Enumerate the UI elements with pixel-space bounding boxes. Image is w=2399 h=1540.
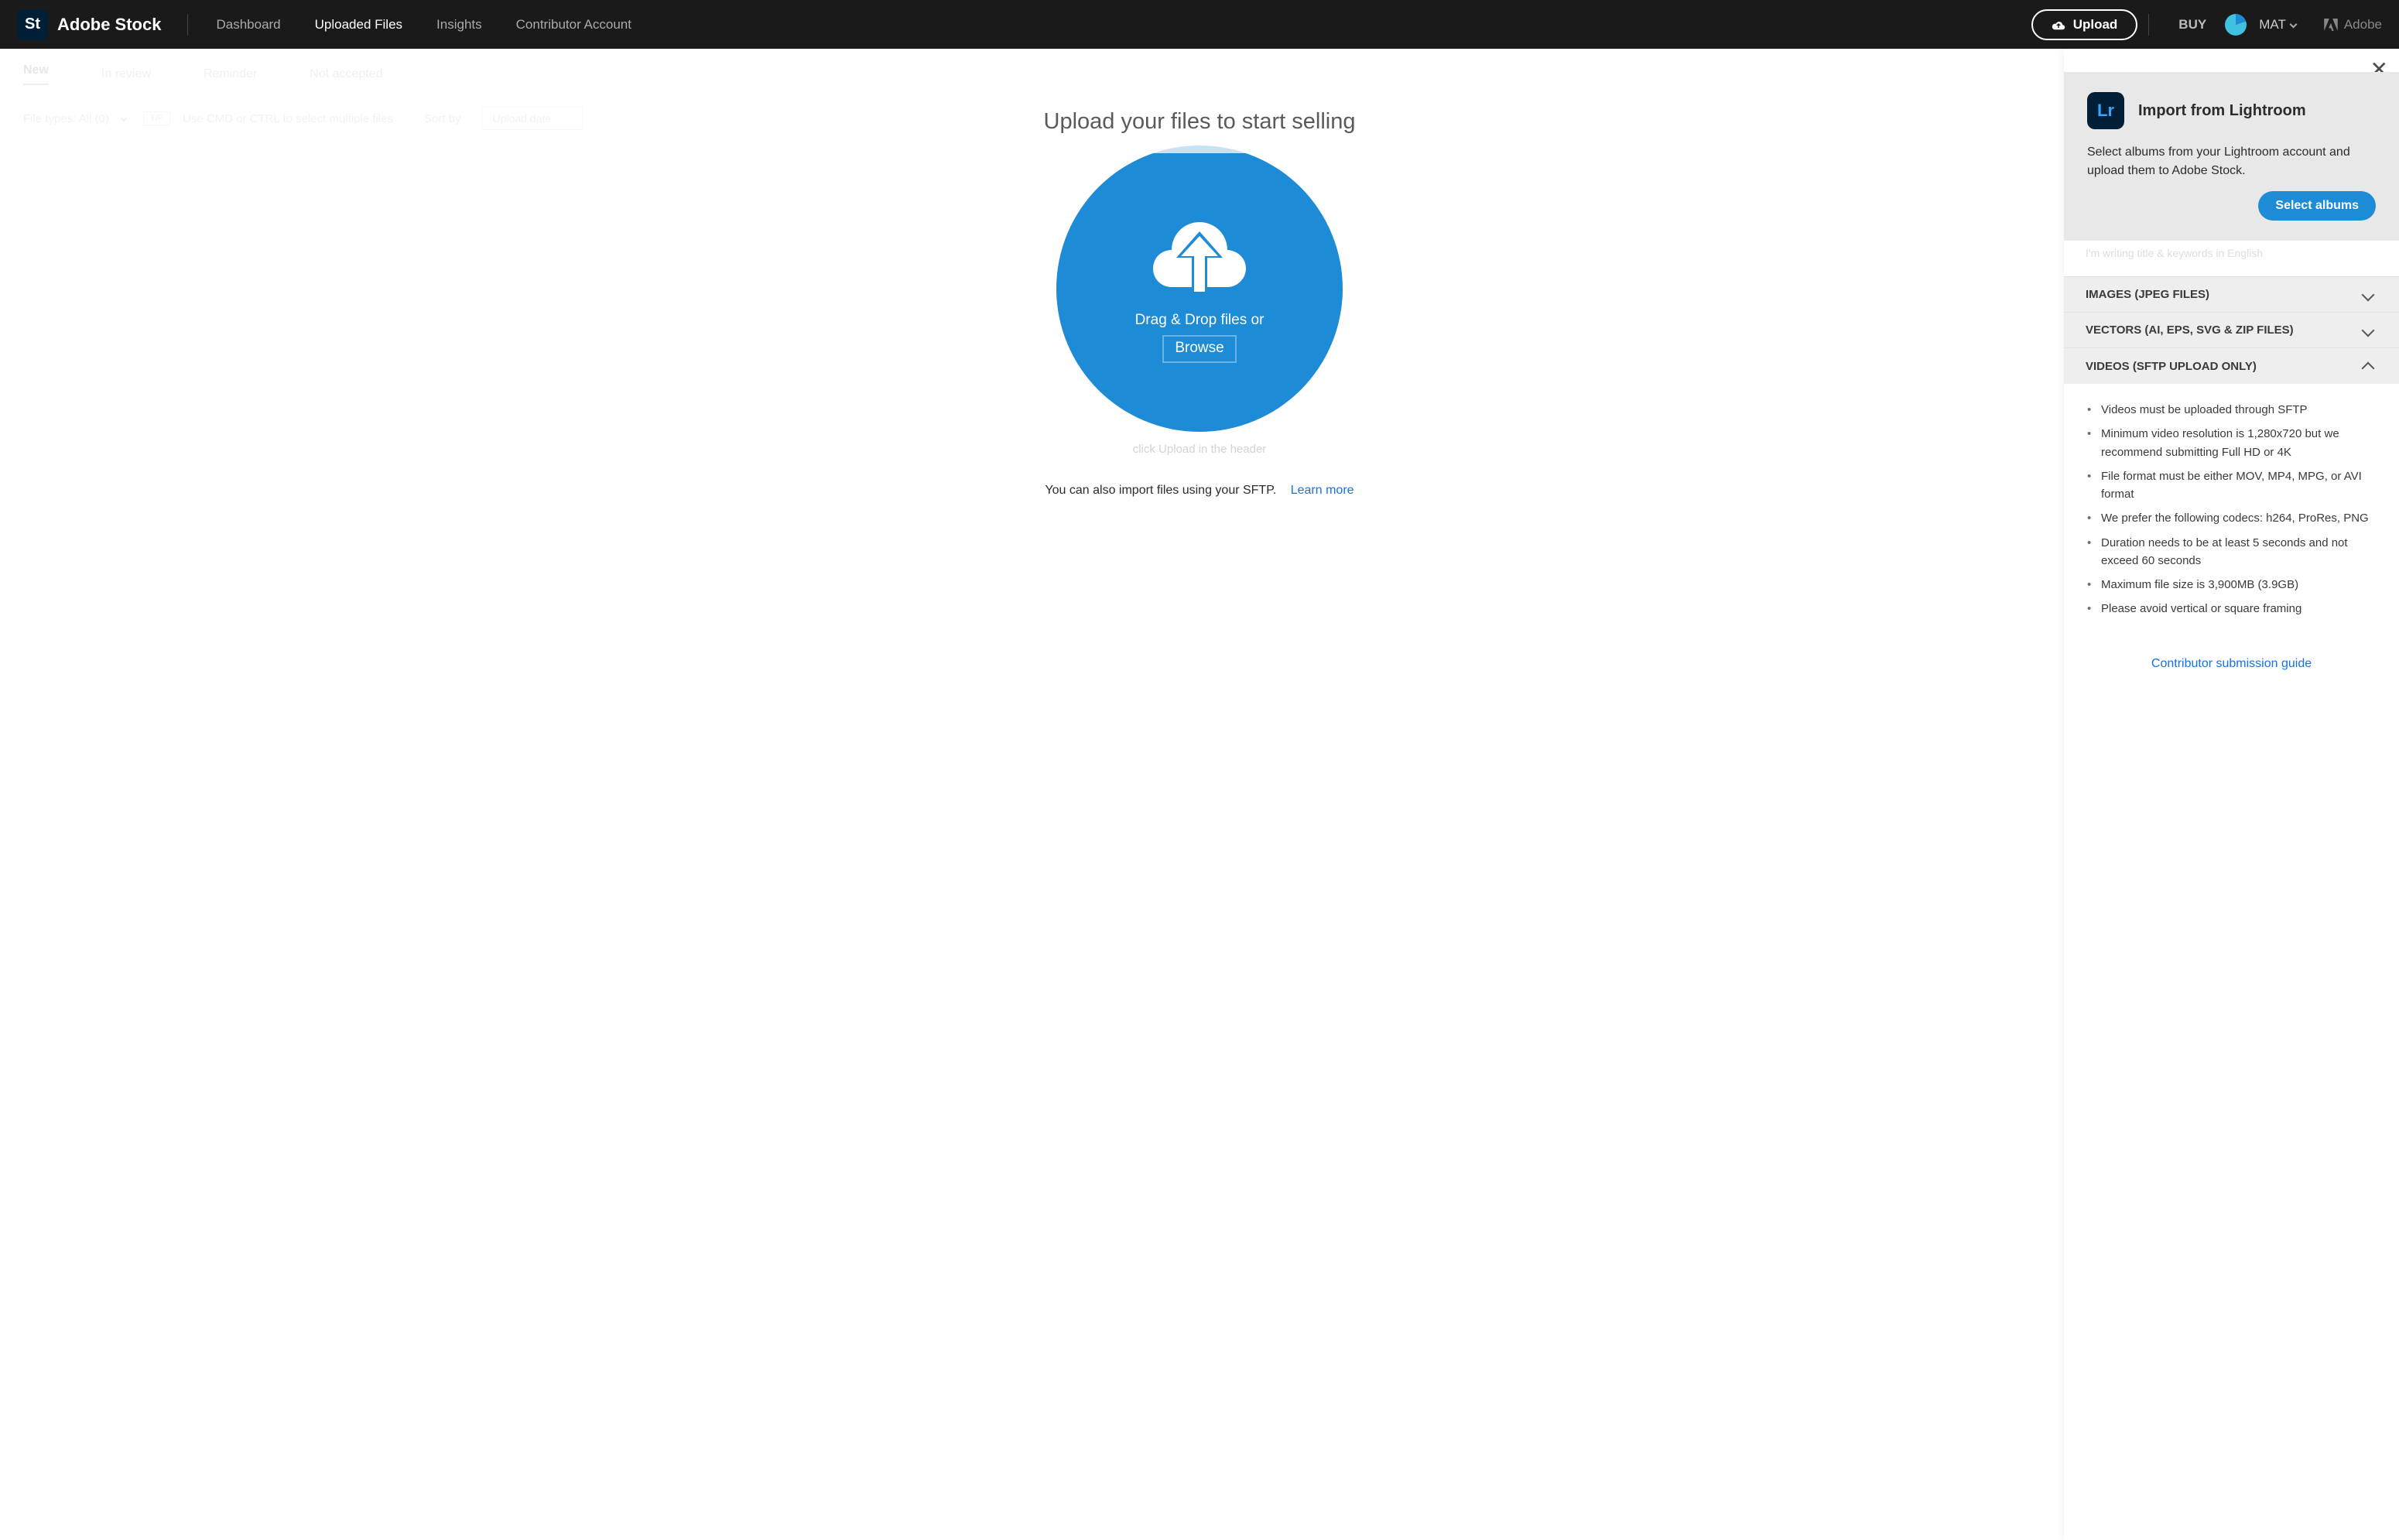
accordion-videos-label: VIDEOS (SFTP UPLOAD ONLY): [2086, 360, 2257, 373]
cloud-upload-icon: [2052, 19, 2065, 30]
nav-insights[interactable]: Insights: [436, 17, 482, 33]
list-item: We prefer the following codecs: h264, Pr…: [2086, 509, 2377, 527]
chevron-down-icon: [2362, 288, 2375, 301]
list-item: Videos must be uploaded through SFTP: [2086, 401, 2377, 419]
upload-button[interactable]: Upload: [2031, 9, 2138, 40]
submission-guide-link[interactable]: Contributor submission guide: [2151, 657, 2312, 670]
list-item: File format must be either MOV, MP4, MPG…: [2086, 467, 2377, 504]
tab-new[interactable]: New: [23, 63, 49, 85]
right-panel: ✕ Lr Import from Lightroom Select albums…: [2064, 49, 2399, 1540]
sftp-line: You can also import files using your SFT…: [1045, 484, 1354, 498]
dropzone-circle[interactable]: Drag & Drop files or Browse: [1056, 145, 1343, 432]
list-item: Please avoid vertical or square framing: [2086, 600, 2377, 618]
sftp-text: You can also import files using your SFT…: [1045, 484, 1276, 497]
accordion-images[interactable]: IMAGES (JPEG FILES): [2064, 276, 2399, 312]
language-row: I'm writing title & keywords in English: [2064, 241, 2399, 265]
lightroom-desc: Select albums from your Lightroom accoun…: [2087, 143, 2376, 180]
dragdrop-text: Drag & Drop files or: [1135, 312, 1265, 329]
avatar-icon: [2225, 14, 2247, 36]
dropzone[interactable]: Drag & Drop files or Browse click Upload…: [0, 145, 2399, 498]
accordion-vectors[interactable]: VECTORS (AI, EPS, SVG & ZIP FILES): [2064, 312, 2399, 347]
upload-button-label: Upload: [2073, 17, 2118, 33]
nav-dashboard[interactable]: Dashboard: [216, 17, 280, 33]
list-item: Maximum file size is 3,900MB (3.9GB): [2086, 576, 2377, 594]
select-albums-button[interactable]: Select albums: [2258, 191, 2376, 221]
list-item: Minimum video resolution is 1,280x720 bu…: [2086, 425, 2377, 461]
learn-more-link[interactable]: Learn more: [1291, 484, 1354, 497]
chevron-down-icon: [2362, 323, 2375, 337]
lightroom-card: Lr Import from Lightroom Select albums f…: [2064, 72, 2399, 241]
cloud-upload-icon: [1153, 214, 1246, 292]
accordion-videos-body: Videos must be uploaded through SFTP Min…: [2064, 384, 2399, 640]
divider: [2148, 14, 2149, 36]
adobe-link[interactable]: Adobe: [2324, 17, 2382, 33]
divider: [187, 14, 188, 36]
list-item: Duration needs to be at least 5 seconds …: [2086, 534, 2377, 570]
browse-button[interactable]: Browse: [1162, 335, 1236, 363]
main-area: New In review Reminder Not accepted Subm…: [0, 49, 2399, 498]
nav-contributor-account[interactable]: Contributor Account: [516, 17, 631, 33]
adobe-logo-icon: [2324, 19, 2338, 31]
user-name: MAT: [2259, 17, 2286, 33]
user-menu[interactable]: MAT: [2225, 14, 2301, 36]
tabs-row: New In review Reminder Not accepted Subm…: [0, 49, 2399, 99]
nav-uploaded-files[interactable]: Uploaded Files: [315, 17, 402, 33]
top-header: St Adobe Stock Dashboard Uploaded Files …: [0, 0, 2399, 49]
brand-title: Adobe Stock: [57, 15, 161, 35]
adobe-stock-logo-icon: St: [17, 9, 48, 40]
tab-reminder[interactable]: Reminder: [204, 67, 257, 81]
buy-link[interactable]: BUY: [2178, 17, 2206, 33]
accordion-vectors-label: VECTORS (AI, EPS, SVG & ZIP FILES): [2086, 323, 2294, 337]
accordion-images-label: IMAGES (JPEG FILES): [2086, 288, 2209, 301]
adobe-label: Adobe: [2344, 17, 2382, 33]
tab-in-review[interactable]: In review: [101, 67, 151, 81]
chevron-down-icon: [2289, 21, 2297, 29]
accordion: IMAGES (JPEG FILES) VECTORS (AI, EPS, SV…: [2064, 276, 2399, 640]
hero-title: Upload your files to start selling: [0, 109, 2399, 135]
chevron-up-icon: [2362, 362, 2375, 375]
accordion-videos[interactable]: VIDEOS (SFTP UPLOAD ONLY): [2064, 347, 2399, 384]
tab-not-accepted[interactable]: Not accepted: [310, 67, 382, 81]
hint-under-circle: click Upload in the header: [1133, 443, 1267, 456]
